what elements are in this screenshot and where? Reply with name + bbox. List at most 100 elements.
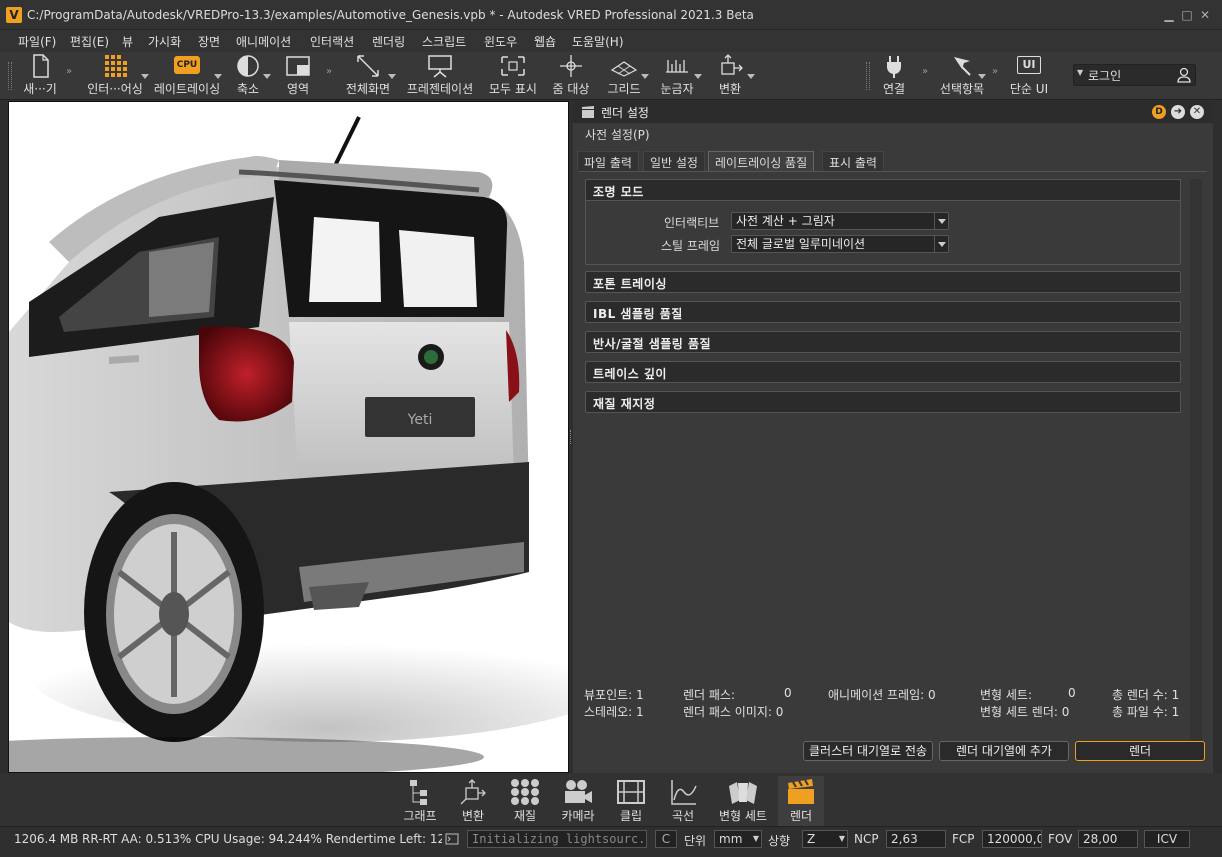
stat-total-files: 총 파일 수: 1 (1112, 705, 1180, 719)
unit-select[interactable]: mm ▼ (714, 830, 762, 848)
stat-viewpoint: 뷰포인트: 1 (584, 688, 644, 702)
interactive-label: 인터···어싱 (87, 82, 143, 96)
chevron-down-icon[interactable] (694, 74, 702, 79)
menu-script[interactable]: 스크립트 (422, 33, 466, 50)
ruler-button[interactable]: 눈금자 (656, 52, 698, 100)
log-field[interactable]: Initializing lightsourc... (467, 830, 647, 848)
show-all-button[interactable]: 모두 표시 (484, 52, 542, 100)
menu-window[interactable]: 윈도우 (484, 33, 517, 50)
tab-raytracing-quality[interactable]: 레이트레이싱 품질 (708, 151, 815, 171)
fov-input[interactable]: 28,00 (1078, 830, 1138, 848)
arrow-right-icon[interactable]: ➜ (1171, 105, 1185, 119)
connect-button[interactable]: 연결 (874, 52, 914, 100)
simple-ui-button[interactable]: UI 단순 UI (1006, 52, 1052, 100)
menu-edit[interactable]: 편집(E) (70, 33, 109, 50)
module-transform-button[interactable]: 변환 (452, 776, 494, 826)
menu-file[interactable]: 파일(F) (18, 33, 56, 50)
menu-view[interactable]: 뷰 (122, 33, 133, 50)
presets-menu[interactable]: 사전 설정(P) (585, 126, 650, 143)
section-reflection-sampling[interactable]: 반사/굴절 샘플링 품질 (585, 331, 1181, 353)
chevron-down-icon[interactable] (141, 74, 149, 79)
region-button[interactable]: 영역 (278, 52, 318, 100)
tab-file-output[interactable]: 파일 출력 (577, 151, 639, 171)
clapperboard-icon (582, 106, 594, 118)
close-icon[interactable]: ✕ (1198, 8, 1212, 22)
dock-icon[interactable]: D (1152, 105, 1166, 119)
tab-display-output[interactable]: 표시 출력 (822, 151, 884, 171)
stat-variant-set: 변형 세트: (980, 688, 1033, 702)
section-photon-tracing[interactable]: 포톤 트레이싱 (585, 271, 1181, 293)
menu-animation[interactable]: 애니메이션 (236, 33, 291, 50)
menu-webshop[interactable]: 웹숍 (534, 33, 556, 50)
menu-visualization[interactable]: 가시화 (148, 33, 181, 50)
stat-variant-render: 변형 세트 렌더: 0 (980, 705, 1070, 719)
transform-button[interactable]: 변환 (710, 52, 750, 100)
region-icon (286, 56, 310, 76)
up-axis-select[interactable]: Z ▼ (802, 830, 848, 848)
chevron-down-icon[interactable] (978, 74, 986, 79)
film-clip-icon (617, 780, 645, 804)
module-graph-label: 그래프 (403, 809, 437, 823)
maximize-icon[interactable]: □ (1180, 8, 1194, 22)
send-to-cluster-button[interactable]: 클러스터 대기열로 전송 (803, 741, 933, 761)
still-frame-mode-value: 전체 글로벌 일루미네이션 (736, 237, 866, 251)
login-dropdown[interactable]: ▼ 로그인 (1073, 64, 1196, 86)
new-label: 새···기 (23, 82, 57, 96)
raytracing-button[interactable]: CPU 레이트레이싱 (150, 52, 224, 100)
still-frame-mode-select[interactable]: 전체 글로벌 일루미네이션 (731, 235, 949, 253)
fullscreen-label: 전체화면 (345, 82, 391, 96)
presentation-button[interactable]: 프레젠테이션 (402, 52, 478, 100)
module-clip-button[interactable]: 클립 (610, 776, 652, 826)
console-icon[interactable] (445, 832, 459, 846)
zoom-target-button[interactable]: 줌 대상 (548, 52, 594, 100)
overflow-icon[interactable]: » (992, 66, 998, 77)
module-render-button[interactable]: 렌더 (778, 776, 824, 826)
overflow-icon[interactable]: » (922, 66, 928, 77)
menu-interaction[interactable]: 인터랙션 (310, 33, 354, 50)
overflow-icon[interactable]: » (66, 66, 72, 77)
new-button[interactable]: 새···기 (16, 52, 64, 100)
fcp-label: FCP (952, 832, 975, 846)
chevron-down-icon[interactable] (263, 74, 271, 79)
close-icon[interactable]: ✕ (1190, 105, 1204, 119)
module-variant-set-button[interactable]: 변형 세트 (712, 776, 774, 826)
toolbar-grip[interactable] (866, 62, 870, 90)
chevron-down-icon[interactable] (388, 74, 396, 79)
clear-button[interactable]: C (655, 830, 677, 848)
tab-general-settings[interactable]: 일반 설정 (643, 151, 705, 171)
module-material-button[interactable]: 재질 (504, 776, 546, 826)
fcp-input[interactable]: 120000,00 (982, 830, 1042, 848)
menu-rendering[interactable]: 렌더링 (372, 33, 405, 50)
render-button[interactable]: 렌더 (1075, 741, 1205, 761)
minimize-icon[interactable]: ▁ (1162, 8, 1176, 22)
module-curve-button[interactable]: 곡선 (662, 776, 704, 826)
render-viewport[interactable]: Yeti (8, 101, 569, 773)
chevron-down-icon[interactable] (214, 74, 222, 79)
add-to-queue-button[interactable]: 렌더 대기열에 추가 (939, 741, 1069, 761)
section-trace-depth[interactable]: 트레이스 깊이 (585, 361, 1181, 383)
chevron-down-icon[interactable] (641, 74, 649, 79)
icv-button[interactable]: ICV (1144, 830, 1190, 848)
section-material-override[interactable]: 재질 재지정 (585, 391, 1181, 413)
interactive-grid-icon (105, 55, 127, 77)
chevron-down-icon[interactable] (747, 74, 755, 79)
menu-help[interactable]: 도움말(H) (572, 33, 624, 50)
panel-scrollbar[interactable]: ▼ (1190, 179, 1202, 749)
unit-label: 단위 (684, 834, 707, 848)
module-bar: 그래프 변환 재질 카메라 클립 곡선 변형 세트 렌더 (0, 773, 1222, 826)
lighting-mode-header[interactable]: 조명 모드 (585, 179, 1181, 201)
zoom-out-button[interactable]: 축소 (228, 52, 268, 100)
ncp-input[interactable]: 2,63 (886, 830, 946, 848)
menu-scene[interactable]: 장면 (198, 33, 220, 50)
toolbar-grip[interactable] (8, 62, 12, 90)
module-graph-button[interactable]: 그래프 (398, 776, 442, 826)
grid-button[interactable]: 그리드 (604, 52, 644, 100)
interactive-mode-select[interactable]: 사전 계산 + 그림자 (731, 212, 949, 230)
interactive-render-button[interactable]: 인터···어싱 (80, 52, 150, 100)
ui-badge-icon: UI (1017, 56, 1041, 74)
module-camera-button[interactable]: 카메라 (556, 776, 600, 826)
select-cursor-icon (954, 57, 971, 76)
chevron-down-icon (934, 213, 948, 229)
overflow-icon[interactable]: » (326, 66, 332, 77)
section-ibl-sampling[interactable]: IBL 샘플링 품질 (585, 301, 1181, 323)
